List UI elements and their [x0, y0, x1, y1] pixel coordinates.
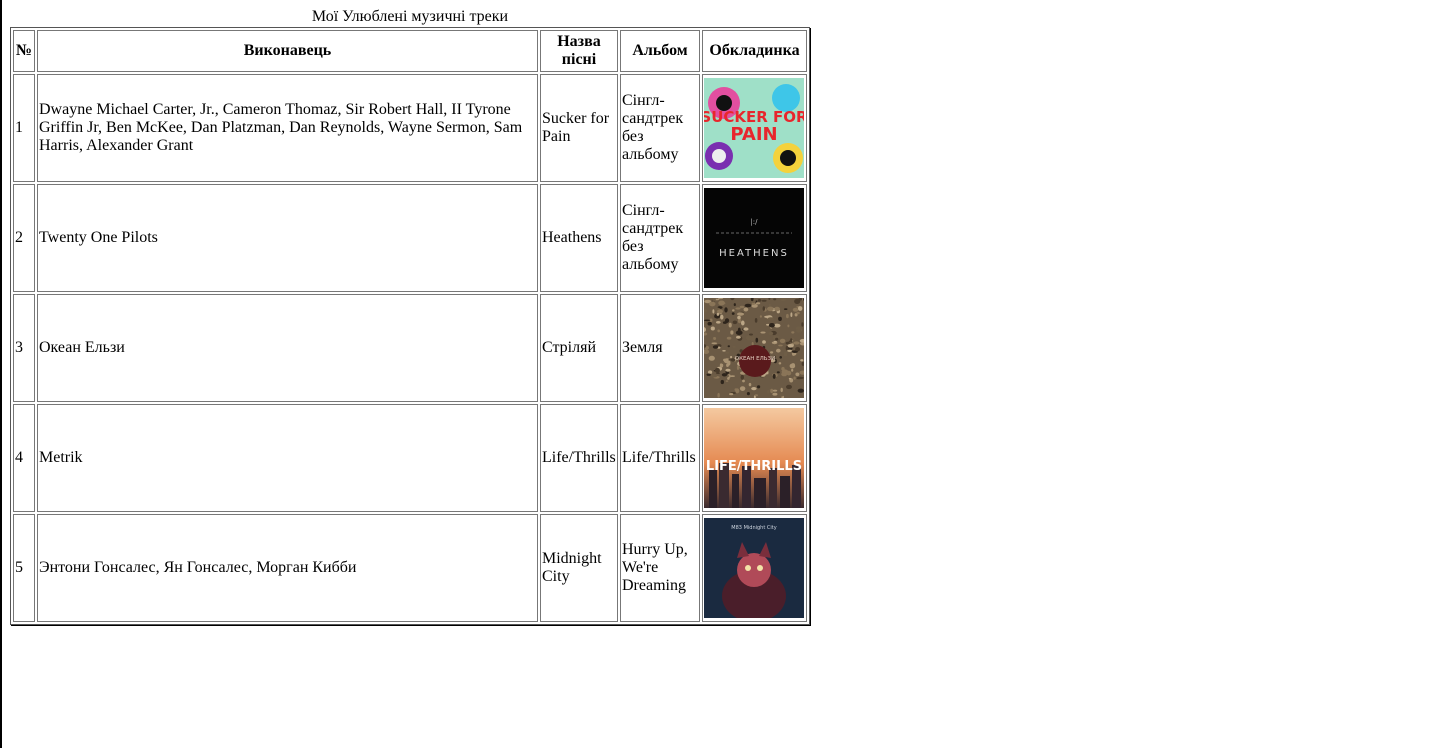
- cell-artist: Энтони Гонсалес, Ян Гонсалес, Морган Киб…: [37, 514, 538, 622]
- cell-num: 4: [13, 404, 35, 512]
- cell-artist: Океан Ельзи: [37, 294, 538, 402]
- cell-num: 3: [13, 294, 35, 402]
- cell-song: Стріляй: [540, 294, 618, 402]
- cell-song: Heathens: [540, 184, 618, 292]
- table-row: 2 Twenty One Pilots Heathens Сінгл-сандт…: [13, 184, 807, 292]
- cover-4-title: LIFE/THRILLS: [706, 459, 802, 474]
- svg-text:|:/: |:/: [750, 218, 758, 226]
- cell-cover: ОКЕАН ЕЛЬЗИ: [702, 294, 807, 402]
- svg-text:PAIN: PAIN: [730, 124, 777, 145]
- cell-num: 1: [13, 74, 35, 182]
- cell-album: Life/Thrills: [620, 404, 700, 512]
- cell-song: Midnight City: [540, 514, 618, 622]
- cover-2-title: HEATHENS: [719, 248, 789, 259]
- cell-album: Сінгл-сандтрек без альбому: [620, 184, 700, 292]
- header-album: Альбом: [620, 30, 700, 72]
- cell-num: 2: [13, 184, 35, 292]
- life-thrills-cover-image: LIFE/THRILLS: [704, 408, 804, 508]
- table-row: 5 Энтони Гонсалес, Ян Гонсалес, Морган К…: [13, 514, 807, 622]
- cell-num: 5: [13, 514, 35, 622]
- header-num: №: [13, 30, 35, 72]
- page-left-edge: [0, 0, 2, 748]
- header-row: № Виконавець Назва пісні Альбом Обкладин…: [13, 30, 807, 72]
- page-content: Мої Улюблені музичні треки № Виконавець …: [10, 8, 810, 625]
- zemlya-cover-image: ОКЕАН ЕЛЬЗИ: [704, 298, 804, 398]
- table-caption: Мої Улюблені музичні треки: [311, 8, 509, 25]
- midnight-city-cover-image: M83 Midnight City: [704, 518, 804, 618]
- cell-artist: Dwayne Michael Carter, Jr., Cameron Thom…: [37, 74, 538, 182]
- cell-song: Sucker for Pain: [540, 74, 618, 182]
- sucker-for-pain-cover-image: SUCKER FOR PAIN: [704, 78, 804, 178]
- table-row: 3 Океан Ельзи Стріляй Земля ОКЕАН ЕЛЬЗИ: [13, 294, 807, 402]
- heathens-cover-image: |:/ HEATHENS: [704, 188, 804, 288]
- cover-5-title: M83 Midnight City: [731, 525, 776, 531]
- cover-3-title: ОКЕАН ЕЛЬЗИ: [735, 356, 775, 362]
- header-cover: Обкладинка: [702, 30, 807, 72]
- cell-artist: Metrik: [37, 404, 538, 512]
- table-row: 4 Metrik Life/Thrills Life/Thrills LIFE/…: [13, 404, 807, 512]
- table-row: 1 Dwayne Michael Carter, Jr., Cameron Th…: [13, 74, 807, 182]
- cell-album: Сінгл-сандтрек без альбому: [620, 74, 700, 182]
- cell-album: Hurry Up, We're Dreaming: [620, 514, 700, 622]
- header-artist: Виконавець: [37, 30, 538, 72]
- cell-cover: LIFE/THRILLS: [702, 404, 807, 512]
- cell-album: Земля: [620, 294, 700, 402]
- cell-song: Life/Thrills: [540, 404, 618, 512]
- header-song: Назва пісні: [540, 30, 618, 72]
- cell-cover: M83 Midnight City: [702, 514, 807, 622]
- cell-artist: Twenty One Pilots: [37, 184, 538, 292]
- cell-cover: |:/ HEATHENS: [702, 184, 807, 292]
- tracks-table: Мої Улюблені музичні треки № Виконавець …: [10, 8, 810, 625]
- cell-cover: SUCKER FOR PAIN: [702, 74, 807, 182]
